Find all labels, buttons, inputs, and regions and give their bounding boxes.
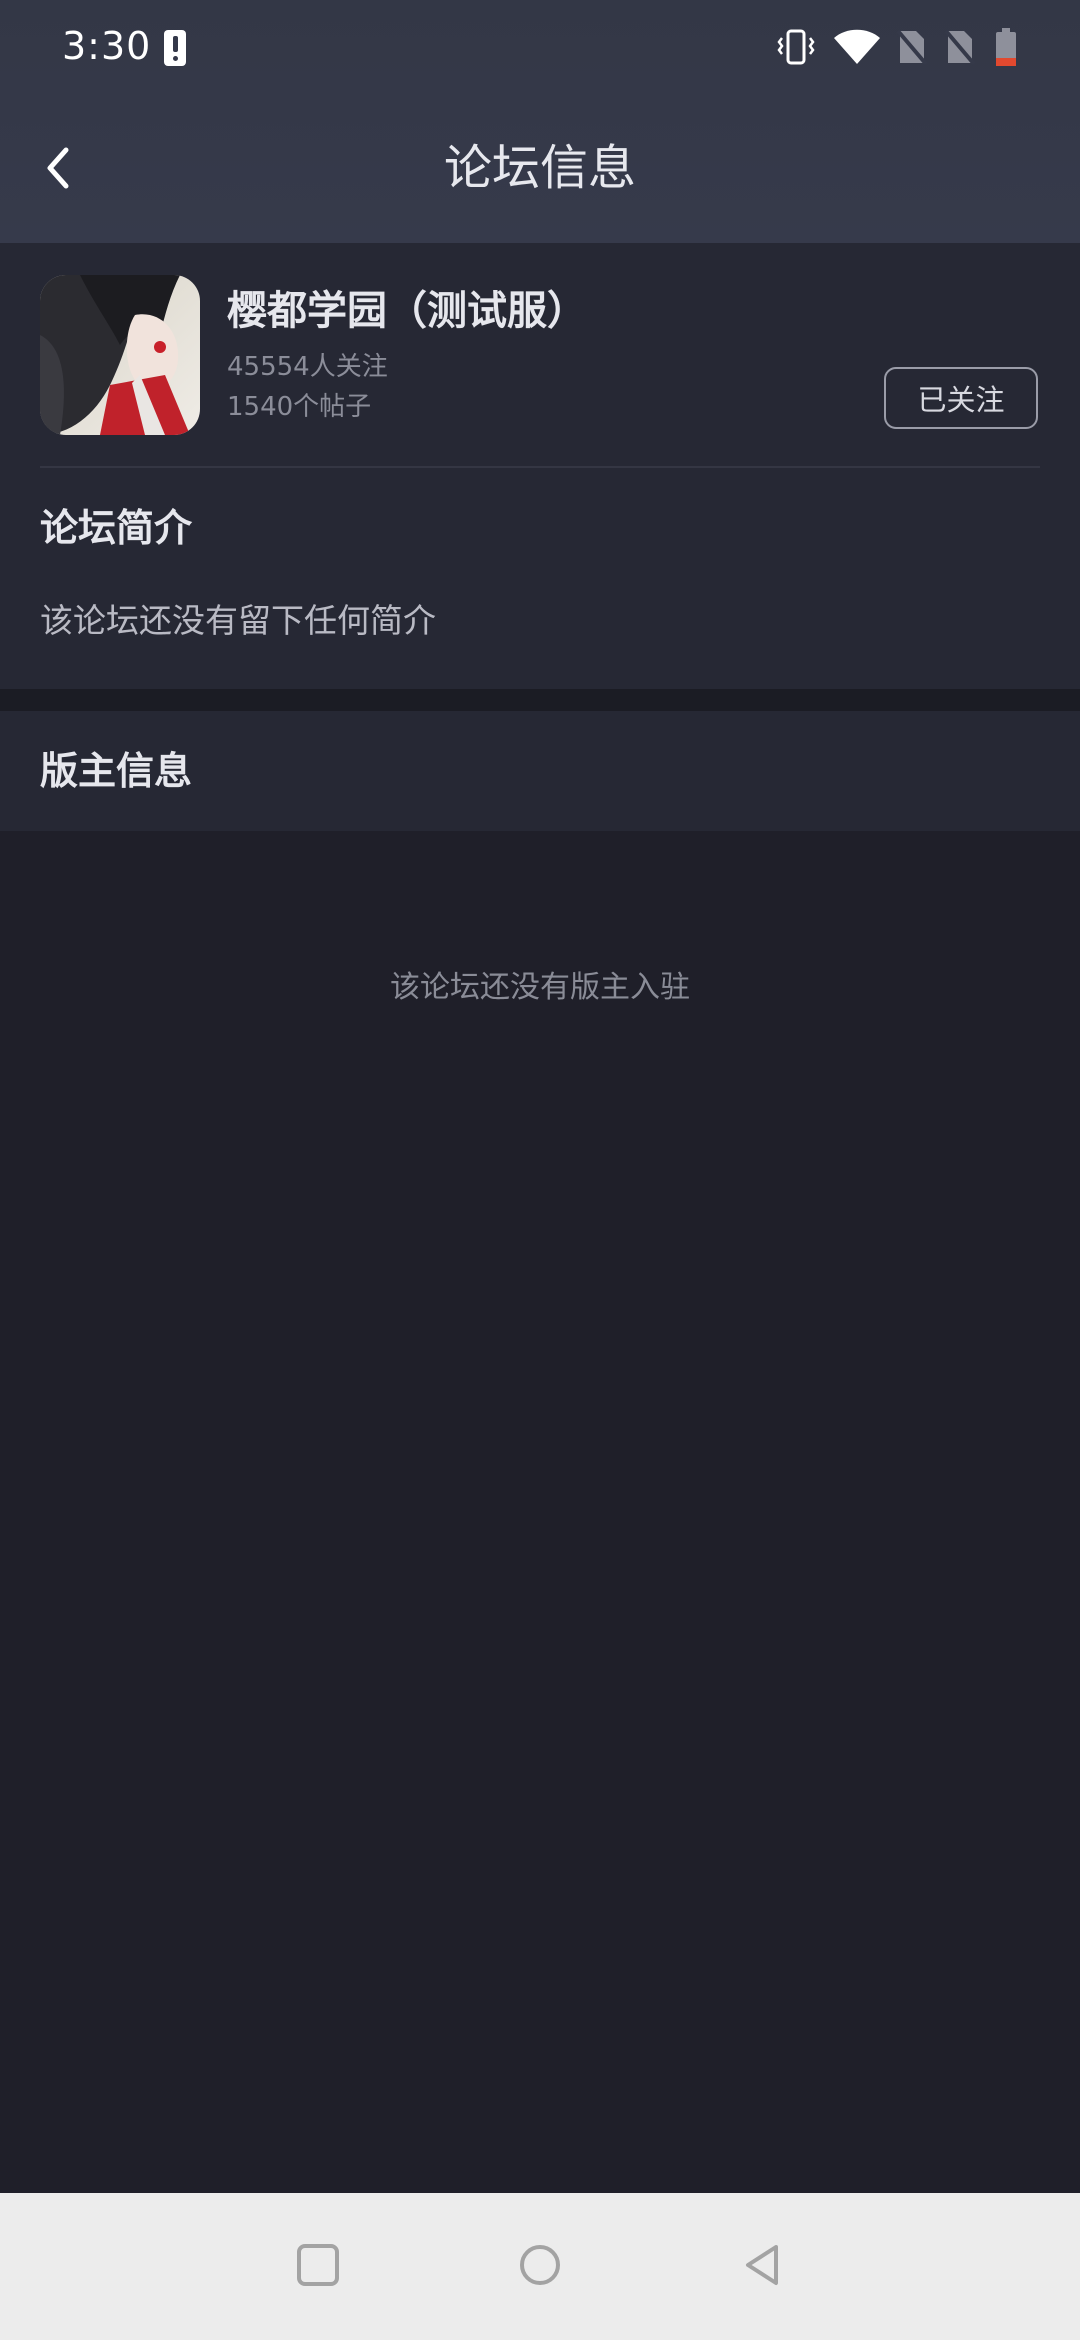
battery-low-icon <box>996 28 1016 66</box>
forum-info-card: 樱都学园（测试服） 45554人关注 1540个帖子 已关注 论坛简介 该论坛还… <box>0 243 1080 689</box>
screen: 3:30 论坛信息 樱都学园（测试服） 45554人关注 1540个帖子 已关注… <box>0 0 1080 2340</box>
status-bar: 3:30 <box>0 0 1080 96</box>
no-sim-icon <box>944 29 976 66</box>
home-button[interactable] <box>508 2233 572 2297</box>
empty-moderators-message: 该论坛还没有版主入驻 <box>390 970 690 1005</box>
recents-button[interactable] <box>286 2233 350 2297</box>
alert-icon <box>164 30 186 66</box>
recents-square-icon <box>297 2244 339 2286</box>
forum-followers-count: 45554人关注 <box>227 352 388 382</box>
intro-heading: 论坛简介 <box>40 506 193 550</box>
header: 3:30 论坛信息 <box>0 0 1080 243</box>
forum-avatar-image <box>40 275 200 435</box>
wifi-icon <box>834 29 880 64</box>
moderator-section: 版主信息 <box>0 711 1080 831</box>
no-sim-icon <box>896 29 928 66</box>
intro-text: 该论坛还没有留下任何简介 <box>40 601 436 640</box>
status-time: 3:30 <box>62 24 152 68</box>
app-bar: 论坛信息 <box>0 96 1080 243</box>
follow-button[interactable]: 已关注 <box>884 367 1038 429</box>
nav-back-button[interactable] <box>730 2233 794 2297</box>
page-title: 论坛信息 <box>443 140 636 196</box>
forum-name: 樱都学园（测试服） <box>227 288 587 334</box>
vibrate-icon <box>777 29 815 65</box>
home-circle-icon <box>520 2245 560 2285</box>
forum-posts-count: 1540个帖子 <box>227 392 372 422</box>
back-triangle-icon <box>746 2245 778 2285</box>
navigation-bar <box>0 2193 1080 2340</box>
moderator-heading: 版主信息 <box>40 749 193 793</box>
forum-avatar[interactable] <box>40 275 200 435</box>
section-gap <box>0 689 1080 711</box>
divider <box>40 466 1040 468</box>
